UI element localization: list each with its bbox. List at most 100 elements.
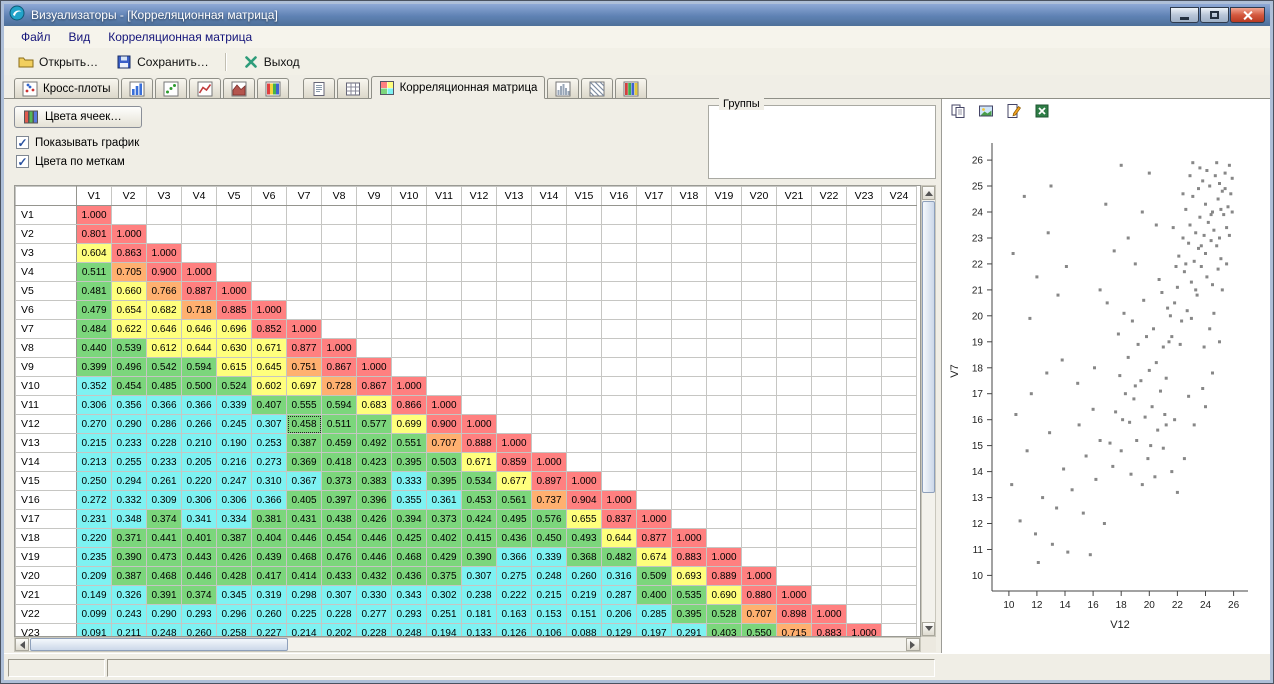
matrix-cell[interactable]: 0.343 bbox=[391, 585, 427, 605]
matrix-cell[interactable]: 0.355 bbox=[391, 490, 427, 510]
matrix-cell[interactable]: 0.426 bbox=[216, 547, 252, 567]
matrix-cell[interactable]: 0.394 bbox=[391, 509, 427, 529]
matrix-cell[interactable]: 0.375 bbox=[426, 566, 462, 586]
matrix-cell[interactable]: 0.126 bbox=[496, 623, 532, 636]
column-header[interactable]: V19 bbox=[706, 186, 742, 206]
matrix-cell[interactable]: 0.509 bbox=[636, 566, 672, 586]
matrix-cell[interactable]: 0.106 bbox=[531, 623, 567, 636]
matrix-cell[interactable]: 0.374 bbox=[146, 509, 182, 529]
matrix-cell[interactable]: 1.000 bbox=[496, 433, 532, 453]
matrix-cell[interactable]: 0.373 bbox=[321, 471, 357, 491]
matrix-cell[interactable]: 0.646 bbox=[146, 319, 182, 339]
matrix-cell[interactable]: 0.429 bbox=[426, 547, 462, 567]
colors-by-labels-checkbox[interactable]: ✓ Цвета по меткам bbox=[16, 155, 125, 168]
row-header[interactable]: V21 bbox=[15, 585, 77, 605]
matrix-cell[interactable]: 0.261 bbox=[146, 471, 182, 491]
column-header[interactable]: V20 bbox=[741, 186, 777, 206]
matrix-cell[interactable]: 0.133 bbox=[461, 623, 497, 636]
column-header[interactable]: V15 bbox=[566, 186, 602, 206]
horizontal-scroll-thumb[interactable] bbox=[30, 638, 288, 651]
matrix-cell[interactable]: 0.277 bbox=[356, 604, 392, 624]
matrix-cell[interactable]: 0.307 bbox=[461, 566, 497, 586]
show-graph-checkbox[interactable]: ✓ Показывать график bbox=[16, 136, 139, 149]
matrix-cell[interactable]: 0.332 bbox=[111, 490, 147, 510]
column-header[interactable]: V21 bbox=[776, 186, 812, 206]
tab-histogram[interactable] bbox=[547, 78, 580, 98]
matrix-cell[interactable]: 0.291 bbox=[671, 623, 707, 636]
row-header[interactable]: V18 bbox=[15, 528, 77, 548]
row-header[interactable]: V16 bbox=[15, 490, 77, 510]
matrix-cell[interactable]: 0.367 bbox=[286, 471, 322, 491]
matrix-cell[interactable]: 0.266 bbox=[181, 414, 217, 434]
title-bar[interactable]: Визуализаторы - [Корреляционная матрица] bbox=[4, 4, 1270, 26]
matrix-cell[interactable]: 0.473 bbox=[146, 547, 182, 567]
matrix-cell[interactable]: 0.484 bbox=[76, 319, 112, 339]
matrix-cell[interactable]: 0.248 bbox=[391, 623, 427, 636]
matrix-cell[interactable]: 0.885 bbox=[216, 300, 252, 320]
matrix-cell[interactable]: 0.424 bbox=[461, 509, 497, 529]
row-header[interactable]: V23 bbox=[15, 623, 77, 636]
matrix-cell[interactable]: 0.251 bbox=[426, 604, 462, 624]
matrix-cell[interactable]: 0.446 bbox=[356, 528, 392, 548]
matrix-cell[interactable]: 0.801 bbox=[76, 224, 112, 244]
matrix-cell[interactable]: 0.381 bbox=[251, 509, 287, 529]
column-header[interactable]: V24 bbox=[881, 186, 917, 206]
row-header[interactable]: V20 bbox=[15, 566, 77, 586]
matrix-cell[interactable]: 1.000 bbox=[216, 281, 252, 301]
matrix-cell[interactable]: 0.285 bbox=[636, 604, 672, 624]
matrix-cell[interactable]: 0.644 bbox=[181, 338, 217, 358]
matrix-cell[interactable]: 0.307 bbox=[251, 414, 287, 434]
matrix-cell[interactable]: 0.402 bbox=[426, 528, 462, 548]
matrix-cell[interactable]: 0.468 bbox=[146, 566, 182, 586]
matrix-cell[interactable]: 0.751 bbox=[286, 357, 322, 377]
matrix-cell[interactable]: 0.247 bbox=[216, 471, 252, 491]
matrix-cell[interactable]: 0.535 bbox=[671, 585, 707, 605]
matrix-cell[interactable]: 0.366 bbox=[251, 490, 287, 510]
matrix-cell[interactable]: 0.211 bbox=[111, 623, 147, 636]
matrix-cell[interactable]: 0.693 bbox=[671, 566, 707, 586]
matrix-cell[interactable]: 1.000 bbox=[776, 585, 812, 605]
matrix-cell[interactable]: 0.432 bbox=[356, 566, 392, 586]
matrix-cell[interactable]: 0.383 bbox=[356, 471, 392, 491]
scroll-right-button[interactable] bbox=[906, 638, 920, 651]
matrix-cell[interactable]: 0.088 bbox=[566, 623, 602, 636]
matrix-cell[interactable]: 0.219 bbox=[566, 585, 602, 605]
matrix-cell[interactable]: 0.441 bbox=[146, 528, 182, 548]
matrix-cell[interactable]: 1.000 bbox=[181, 262, 217, 282]
matrix-cell[interactable]: 0.210 bbox=[181, 433, 217, 453]
matrix-cell[interactable]: 0.091 bbox=[76, 623, 112, 636]
matrix-cell[interactable]: 0.683 bbox=[356, 395, 392, 415]
matrix-cell[interactable]: 0.887 bbox=[181, 281, 217, 301]
matrix-cell[interactable]: 0.348 bbox=[111, 509, 147, 529]
matrix-cell[interactable]: 0.654 bbox=[111, 300, 147, 320]
matrix-cell[interactable]: 0.293 bbox=[391, 604, 427, 624]
column-header[interactable]: V2 bbox=[111, 186, 147, 206]
matrix-cell[interactable]: 0.877 bbox=[636, 528, 672, 548]
matrix-cell[interactable]: 0.366 bbox=[146, 395, 182, 415]
image-button[interactable] bbox=[977, 104, 995, 122]
matrix-cell[interactable]: 0.482 bbox=[601, 547, 637, 567]
matrix-cell[interactable]: 0.129 bbox=[601, 623, 637, 636]
matrix-cell[interactable]: 0.707 bbox=[741, 604, 777, 624]
row-header[interactable]: V22 bbox=[15, 604, 77, 624]
matrix-cell[interactable]: 0.243 bbox=[111, 604, 147, 624]
tab-scatter[interactable] bbox=[154, 78, 187, 98]
matrix-cell[interactable]: 0.181 bbox=[461, 604, 497, 624]
matrix-cell[interactable]: 0.454 bbox=[111, 376, 147, 396]
matrix-cell[interactable]: 1.000 bbox=[601, 490, 637, 510]
matrix-cell[interactable]: 0.446 bbox=[286, 528, 322, 548]
matrix-cell[interactable]: 0.233 bbox=[146, 452, 182, 472]
matrix-cell[interactable]: 0.345 bbox=[216, 585, 252, 605]
vertical-scrollbar[interactable] bbox=[921, 185, 936, 637]
matrix-cell[interactable]: 0.539 bbox=[111, 338, 147, 358]
tab-area-chart[interactable] bbox=[222, 78, 255, 98]
matrix-cell[interactable]: 1.000 bbox=[76, 205, 112, 225]
matrix-cell[interactable]: 0.900 bbox=[146, 262, 182, 282]
row-header[interactable]: V12 bbox=[15, 414, 77, 434]
matrix-cell[interactable]: 0.705 bbox=[111, 262, 147, 282]
matrix-cell[interactable]: 0.866 bbox=[391, 395, 427, 415]
matrix-cell[interactable]: 0.273 bbox=[251, 452, 287, 472]
matrix-cell[interactable]: 0.233 bbox=[111, 433, 147, 453]
column-header[interactable]: V18 bbox=[671, 186, 707, 206]
matrix-cell[interactable]: 0.395 bbox=[391, 452, 427, 472]
